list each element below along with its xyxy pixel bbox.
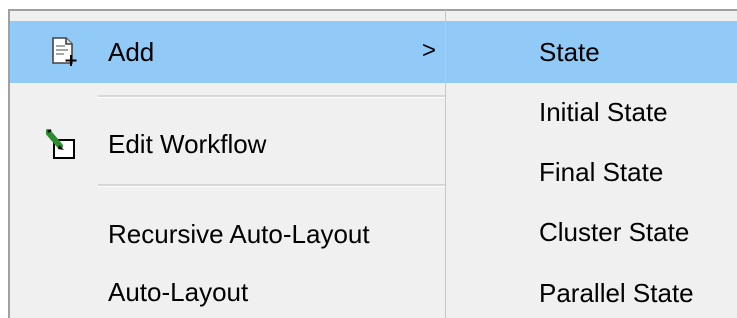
submenu-item-cluster-state[interactable]: Cluster State xyxy=(446,203,737,263)
menu-item-add[interactable]: Add > xyxy=(10,21,452,83)
menu-item-auto-layout[interactable]: Auto-Layout xyxy=(10,264,452,318)
menu-item-auto-layout-label: Auto-Layout xyxy=(108,277,249,307)
submenu-item-cluster-state-label: Cluster State xyxy=(539,217,690,247)
add-page-icon xyxy=(52,37,77,66)
menu-item-recursive-auto-layout-label: Recursive Auto-Layout xyxy=(108,219,370,249)
context-menu: Add > Edit Workflow Recursive Auto-Layou… xyxy=(8,9,452,318)
menu-separator xyxy=(98,184,452,187)
submenu-item-parallel-state[interactable]: Parallel State xyxy=(446,263,737,318)
stage: Add > Edit Workflow Recursive Auto-Layou… xyxy=(0,0,737,318)
submenu-item-initial-state-label: Initial State xyxy=(539,97,668,127)
submenu-item-final-state[interactable]: Final State xyxy=(446,141,737,203)
menu-item-edit-workflow-label: Edit Workflow xyxy=(108,129,267,159)
menu-item-edit-workflow[interactable]: Edit Workflow xyxy=(10,116,452,172)
add-submenu: State Initial State Final State Cluster … xyxy=(445,9,737,318)
menu-separator xyxy=(98,95,452,98)
submenu-item-initial-state[interactable]: Initial State xyxy=(446,83,737,141)
submenu-arrow-icon: > xyxy=(422,37,437,64)
submenu-item-final-state-label: Final State xyxy=(539,157,664,187)
menu-item-add-label: Add xyxy=(108,37,155,67)
submenu-item-state-label: State xyxy=(539,37,600,67)
menu-item-recursive-auto-layout[interactable]: Recursive Auto-Layout xyxy=(10,206,452,262)
submenu-item-state[interactable]: State xyxy=(446,21,737,83)
submenu-item-parallel-state-label: Parallel State xyxy=(539,278,694,308)
edit-pencil-icon xyxy=(46,129,75,159)
